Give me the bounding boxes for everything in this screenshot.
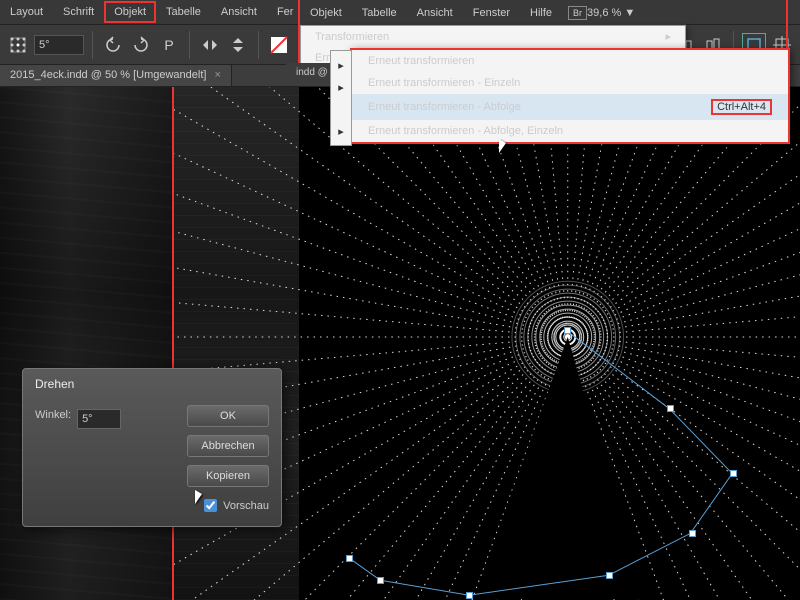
menu-schrift[interactable]: Schrift <box>53 1 104 23</box>
flip-v-icon[interactable] <box>226 33 250 57</box>
chevron-right-icon: ▸ <box>331 76 351 98</box>
copy-button[interactable]: Kopieren <box>187 465 269 487</box>
handle[interactable] <box>346 555 353 562</box>
tab-label: 2015_4eck.indd @ 50 % [Umgewandelt] <box>10 69 206 81</box>
menu-transformieren[interactable]: Transformieren▸ <box>301 26 685 47</box>
menu-objekt[interactable]: Objekt <box>104 1 156 23</box>
menu-ansicht[interactable]: Ansicht <box>211 1 267 23</box>
menu-layout[interactable]: Layout <box>0 1 53 23</box>
chevron-right-icon: ▸ <box>331 120 351 142</box>
handle[interactable] <box>377 577 384 584</box>
submenu-left-arrows: ▸ ▸ ▸ <box>330 50 352 146</box>
handle[interactable] <box>667 405 674 412</box>
bridge-icon[interactable]: Br <box>568 6 587 20</box>
menu-item[interactable]: Erneut transformieren - Abfolge, Einzeln <box>352 120 788 142</box>
rotate-dialog: Drehen Winkel: OK Abbrechen Kopieren Vor… <box>22 368 282 527</box>
menu2-hilfe[interactable]: Hilfe <box>520 3 562 23</box>
cancel-button[interactable]: Abbrechen <box>187 435 269 457</box>
menu-item[interactable]: Erneut transformieren <box>352 50 788 72</box>
stroke-icon[interactable] <box>267 33 291 57</box>
menu-item-abfolge[interactable]: Erneut transformieren - AbfolgeCtrl+Alt+… <box>352 94 788 120</box>
rotate-cw-icon[interactable] <box>129 33 153 57</box>
menu-overlay: Objekt Tabelle Ansicht Fenster Hilfe Br … <box>300 0 686 69</box>
menu-item[interactable]: Erneut transformieren - Einzeln <box>352 72 788 94</box>
menu2-objekt[interactable]: Objekt <box>300 3 352 23</box>
rotate-ccw-icon[interactable] <box>101 33 125 57</box>
handle[interactable] <box>606 572 613 579</box>
handle[interactable] <box>689 530 696 537</box>
flip-icon[interactable]: P <box>157 33 181 57</box>
menu-tabelle[interactable]: Tabelle <box>156 1 211 23</box>
submenu-erneut: ▸ ▸ ▸ Erneut transformieren Erneut trans… <box>350 48 790 144</box>
shortcut: Ctrl+Alt+4 <box>711 99 772 115</box>
menu-fenster[interactable]: Fer <box>267 1 304 23</box>
menu2-tabelle[interactable]: Tabelle <box>352 3 407 23</box>
angle-label: Winkel: <box>35 409 71 421</box>
reference-point-icon[interactable] <box>6 33 30 57</box>
chevron-right-icon: ▸ <box>665 30 671 43</box>
menu2-ansicht[interactable]: Ansicht <box>407 3 463 23</box>
document-tab[interactable]: 2015_4eck.indd @ 50 % [Umgewandelt] × <box>0 65 232 86</box>
close-icon[interactable]: × <box>214 69 220 81</box>
handle[interactable] <box>730 470 737 477</box>
flip-h-icon[interactable] <box>198 33 222 57</box>
chevron-right-icon: ▸ <box>331 54 351 76</box>
dialog-title: Drehen <box>23 369 281 399</box>
preview-checkbox[interactable]: Vorschau <box>187 499 269 512</box>
zoom-select[interactable]: 39,6 % ▼ <box>587 7 635 19</box>
handle[interactable] <box>564 327 571 334</box>
angle-input[interactable] <box>77 409 121 429</box>
rotate-input[interactable] <box>34 35 84 55</box>
handle[interactable] <box>466 592 473 599</box>
ok-button[interactable]: OK <box>187 405 269 427</box>
menu2-fenster[interactable]: Fenster <box>463 3 520 23</box>
